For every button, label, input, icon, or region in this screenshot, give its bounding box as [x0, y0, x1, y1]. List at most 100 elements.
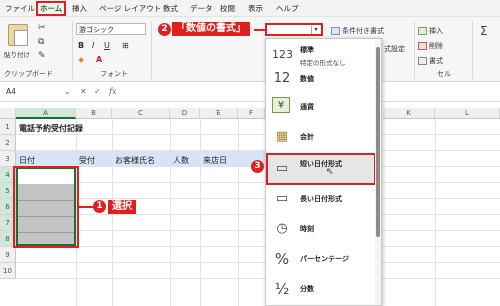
gridline: [238, 119, 239, 306]
column-header[interactable]: K: [383, 108, 435, 119]
column-header[interactable]: E: [200, 108, 238, 119]
gridline: [16, 230, 500, 231]
calendar-icon: ▭: [275, 191, 289, 206]
font-color-icon[interactable]: A: [96, 55, 102, 64]
gridline: [16, 262, 500, 263]
cell-styles-fragment[interactable]: 式設定: [384, 44, 405, 54]
select-all-corner[interactable]: [0, 108, 16, 119]
format-long-date[interactable]: ▭ 長い日付形式: [266, 183, 376, 215]
tab-insert[interactable]: 挿入: [72, 3, 87, 14]
italic-button[interactable]: I: [92, 41, 94, 50]
mouse-cursor-icon: ⇖: [326, 167, 334, 177]
gridline: [170, 119, 171, 306]
percent-icon: %: [274, 250, 290, 268]
format-painter-icon[interactable]: ✎: [38, 52, 46, 61]
name-box[interactable]: A4: [6, 87, 61, 99]
border-icon[interactable]: ⊞: [122, 41, 129, 50]
format-currency[interactable]: ¥ 通貨: [266, 91, 376, 123]
font-name-select[interactable]: 游ゴシック: [76, 23, 146, 35]
format-time[interactable]: ◷ 時刻: [266, 213, 376, 245]
fill-color-icon[interactable]: ◈: [78, 55, 84, 64]
row-header[interactable]: 10: [0, 263, 16, 279]
callout-2-connector: [254, 29, 265, 31]
divider: [472, 21, 473, 79]
callout-3-badge: 3: [251, 160, 264, 173]
name-box-chevron-icon[interactable]: ⌄: [64, 87, 71, 96]
fraction-icon: ½: [274, 280, 290, 298]
table-header-cell[interactable]: 受付: [79, 155, 95, 166]
fx-icon[interactable]: fx: [109, 87, 116, 96]
format-number-label: 数値: [300, 75, 314, 83]
tab-help[interactable]: ヘルプ: [276, 3, 299, 14]
enter-icon[interactable]: ✓: [94, 87, 101, 96]
row-header[interactable]: 9: [0, 247, 16, 263]
formula-bar: A4 ⌄ ✕ ✓ fx: [0, 84, 500, 102]
conditional-format-label: 条件付き書式: [342, 27, 384, 35]
tab-formulas[interactable]: 数式: [163, 3, 178, 14]
format-short-date[interactable]: ▭ 短い日付形式 ⇖: [266, 153, 376, 185]
sigma-icon[interactable]: Σ: [480, 25, 488, 37]
gridline: [16, 182, 500, 183]
tab-review[interactable]: 校閲: [220, 3, 235, 14]
cells-group-label: セル: [437, 70, 451, 78]
table-header-cell[interactable]: 来店日: [203, 155, 227, 166]
copy-icon[interactable]: ⧉: [38, 38, 44, 47]
bold-button[interactable]: B: [78, 41, 84, 50]
format-cells-label: 書式: [429, 57, 443, 65]
column-header[interactable]: B: [76, 108, 112, 119]
paste-label[interactable]: 貼り付け: [4, 49, 30, 59]
format-short-date-label: 短い日付形式: [300, 160, 342, 168]
table-header-cell[interactable]: 日付: [19, 155, 35, 166]
column-header[interactable]: L: [435, 108, 500, 119]
insert-cells-button[interactable]: 挿入: [418, 26, 443, 36]
paste-icon[interactable]: [8, 24, 28, 46]
number-format-select[interactable]: ▾: [265, 23, 323, 36]
column-header[interactable]: A: [16, 108, 76, 119]
tab-view[interactable]: 表示: [248, 3, 263, 14]
gridline: [435, 119, 436, 306]
format-cells-button[interactable]: 書式: [418, 56, 443, 66]
format-percentage[interactable]: % パーセンテージ: [266, 243, 376, 275]
number-format-icon: 12: [273, 71, 291, 86]
tab-home[interactable]: ホーム: [36, 1, 67, 16]
format-fraction[interactable]: ½ 分数: [266, 273, 376, 305]
conditional-format-icon: [331, 27, 340, 35]
conditional-format-button[interactable]: 条件付き書式: [331, 26, 384, 36]
sheet-title[interactable]: 電話予約受付記録: [19, 123, 83, 134]
chevron-down-icon[interactable]: ▾: [311, 26, 320, 34]
column-header[interactable]: D: [170, 108, 200, 119]
row-header[interactable]: 1: [0, 119, 16, 135]
row-header[interactable]: 2: [0, 135, 16, 151]
clock-icon: ◷: [276, 221, 288, 236]
callout-2-badge: 2: [158, 23, 171, 36]
menu-scrollbar-thumb[interactable]: [376, 47, 380, 237]
general-format-icon: 123: [272, 48, 293, 61]
gridline: [16, 214, 500, 215]
column-header[interactable]: C: [112, 108, 170, 119]
callout-2-label: 「数値の書式」: [172, 22, 250, 36]
format-accounting[interactable]: ▦ 会計: [266, 121, 376, 153]
delete-cells-button[interactable]: 削除: [418, 41, 443, 51]
underline-button[interactable]: U: [104, 41, 110, 50]
format-currency-label: 通貨: [300, 103, 314, 111]
cancel-icon[interactable]: ✕: [80, 87, 87, 96]
menu-bar: ファイル ホーム 挿入 ページ レイアウト 数式 データ 校閲 表示 ヘルプ: [0, 0, 500, 17]
tab-file[interactable]: ファイル: [5, 3, 35, 14]
ribbon: 貼り付け ✂ ⧉ ✎ クリップボード 游ゴシック B I U ⊞ ◈ A フォン…: [0, 17, 500, 82]
column-header[interactable]: F: [238, 108, 265, 119]
gridline: [16, 278, 500, 279]
row-header[interactable]: 3: [0, 151, 16, 167]
clipboard-group-label: クリップボード: [4, 70, 53, 78]
gridline: [16, 134, 500, 135]
gridline: [16, 246, 500, 247]
table-header-cell[interactable]: 人数: [173, 155, 189, 166]
tab-page-layout[interactable]: ページ レイアウト: [99, 3, 161, 14]
gridline: [16, 198, 500, 199]
cut-icon[interactable]: ✂: [38, 24, 46, 33]
tab-data[interactable]: データ: [190, 3, 213, 14]
gridline: [200, 119, 201, 306]
menu-scrollbar[interactable]: [375, 39, 381, 305]
number-format-menu: 123 標準 特定の形式なし 12 数値 ¥ 通貨 ▦ 会計 ▭ 短い日付形式 …: [265, 38, 382, 306]
table-header-cell[interactable]: お客様氏名: [115, 155, 155, 166]
divider: [151, 21, 152, 79]
